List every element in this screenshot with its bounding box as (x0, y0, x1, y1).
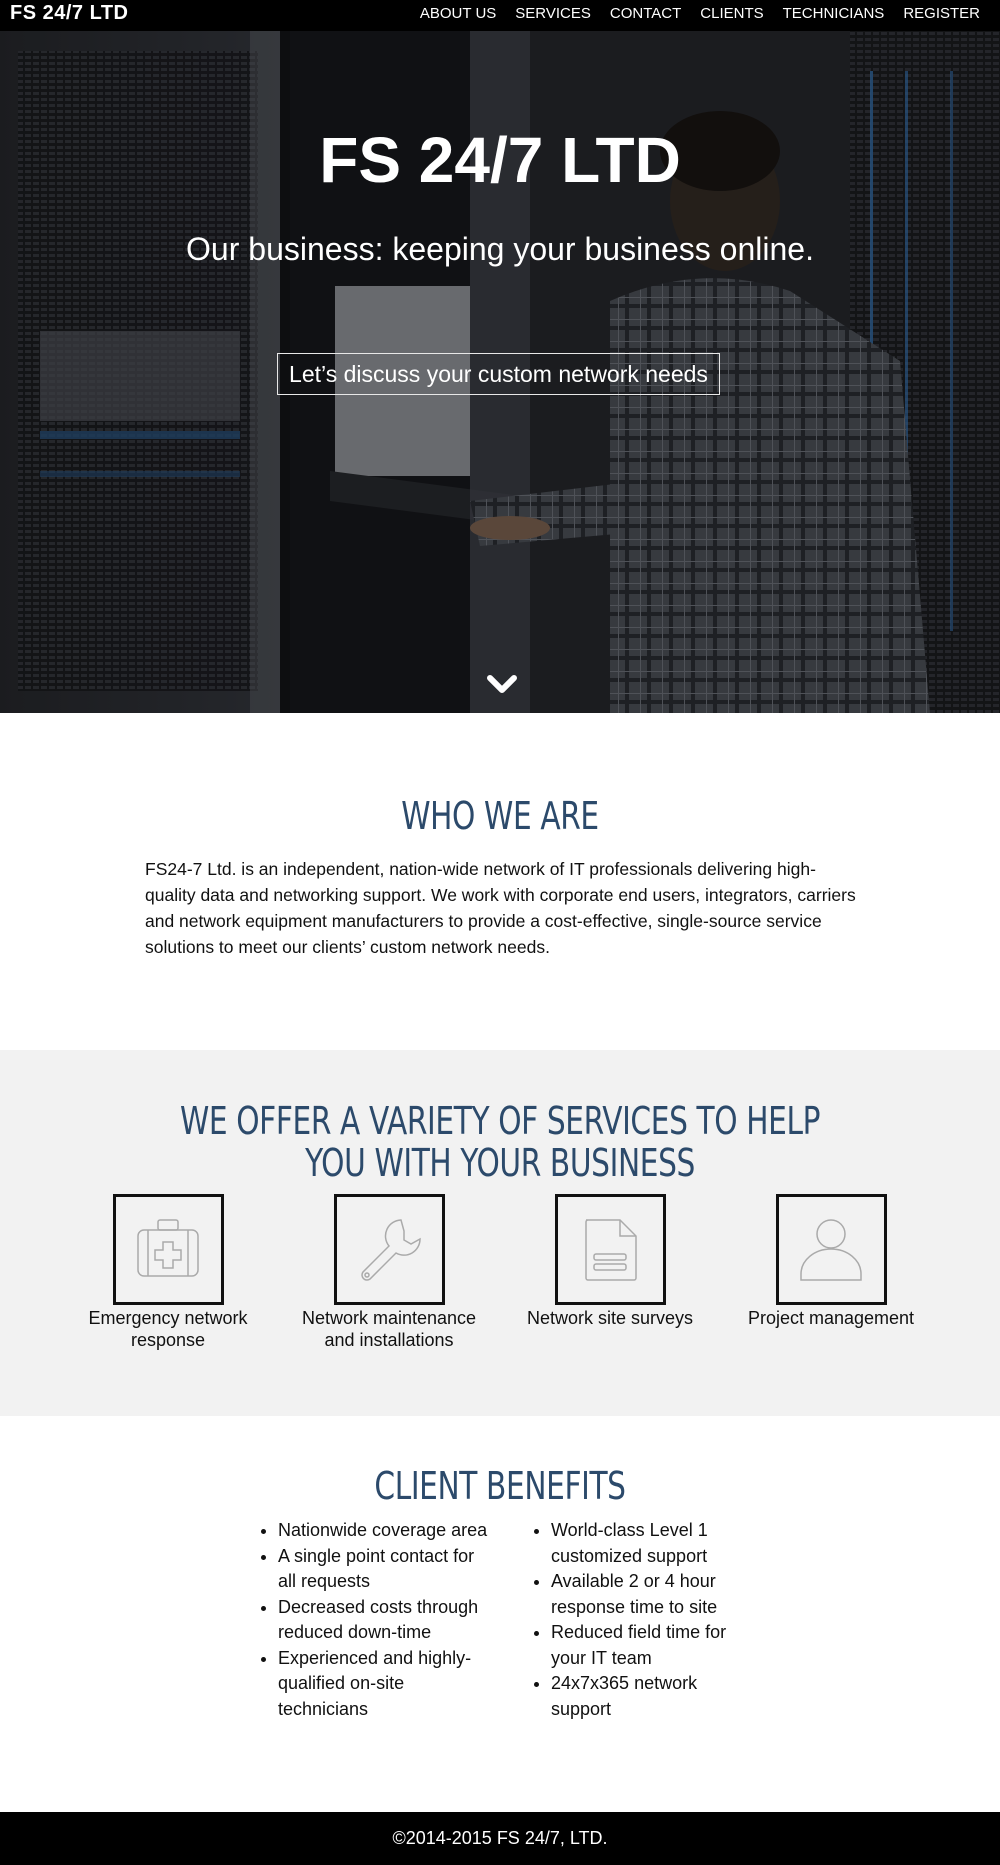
services-heading: WE OFFER A VARIETY OF SERVICES TO HELP Y… (110, 1100, 890, 1184)
nav-services[interactable]: SERVICES (515, 5, 591, 22)
who-we-are-text: FS24-7 Ltd. is an independent, nation-wi… (145, 859, 856, 957)
copyright-text: ©2014-2015 FS 24/7, LTD. (392, 1828, 608, 1848)
list-item: 24x7x365 network support (551, 1671, 761, 1722)
main-nav: ABOUT US SERVICES CONTACT CLIENTS TECHNI… (420, 0, 980, 27)
document-icon (554, 1194, 666, 1305)
who-we-are-heading: WHO WE ARE (401, 794, 599, 838)
nav-register[interactable]: REGISTER (903, 5, 980, 22)
list-item: Decreased costs through reduced down-tim… (278, 1595, 488, 1646)
hero-section: FS 24/7 LTD Our business: keeping your b… (0, 31, 1000, 713)
top-navbar: FS 24/7 LTD ABOUT US SERVICES CONTACT CL… (0, 0, 1000, 31)
benefits-list-right: World-class Level 1 customized support A… (527, 1518, 761, 1722)
service-label-line1: Network maintenance (301, 1308, 477, 1328)
list-item: Available 2 or 4 hour response time to s… (551, 1569, 761, 1620)
nav-clients[interactable]: CLIENTS (700, 5, 763, 22)
services-heading-line2: YOU WITH YOUR BUSINESS (305, 1141, 695, 1185)
client-benefits-heading: CLIENT BENEFITS (374, 1464, 626, 1508)
first-aid-kit-icon (112, 1194, 224, 1305)
page-footer: ©2014-2015 FS 24/7, LTD. (0, 1812, 1000, 1865)
service-project-management[interactable]: Project management (721, 1194, 941, 1329)
list-item: World-class Level 1 customized support (551, 1518, 761, 1569)
service-site-surveys[interactable]: Network site surveys (500, 1194, 720, 1329)
services-heading-line1: WE OFFER A VARIETY OF SERVICES TO HELP (179, 1099, 821, 1143)
service-emergency[interactable]: Emergency network response (58, 1194, 278, 1351)
nav-technicians[interactable]: TECHNICIANS (783, 5, 885, 22)
list-item: A single point contact for all requests (278, 1544, 488, 1595)
services-section: WE OFFER A VARIETY OF SERVICES TO HELP Y… (0, 1050, 1000, 1416)
brand-logo-link[interactable]: FS 24/7 LTD (10, 0, 129, 26)
user-icon (775, 1194, 887, 1305)
service-maintenance[interactable]: Network maintenance and installations (279, 1194, 499, 1351)
benefits-list-left: Nationwide coverage area A single point … (254, 1518, 488, 1722)
list-item: Nationwide coverage area (278, 1518, 488, 1544)
contact-cta-button[interactable]: Let’s discuss your custom network needs (277, 353, 720, 395)
service-label-line1: Emergency network (88, 1308, 248, 1328)
service-label-line2: response (130, 1330, 206, 1350)
wrench-icon (333, 1194, 445, 1305)
nav-contact[interactable]: CONTACT (610, 5, 681, 22)
hero-subtitle: Our business: keeping your business onli… (186, 231, 814, 267)
nav-about-us[interactable]: ABOUT US (420, 5, 496, 22)
hero-title: FS 24/7 LTD (319, 124, 681, 196)
service-label-line2: and installations (324, 1330, 454, 1350)
list-item: Experienced and highly-qualified on-site… (278, 1646, 488, 1723)
service-label-line1: Project management (747, 1308, 915, 1328)
chevron-down-icon[interactable] (486, 674, 518, 696)
service-label-line1: Network site surveys (526, 1308, 694, 1328)
list-item: Reduced field time for your IT team (551, 1620, 761, 1671)
